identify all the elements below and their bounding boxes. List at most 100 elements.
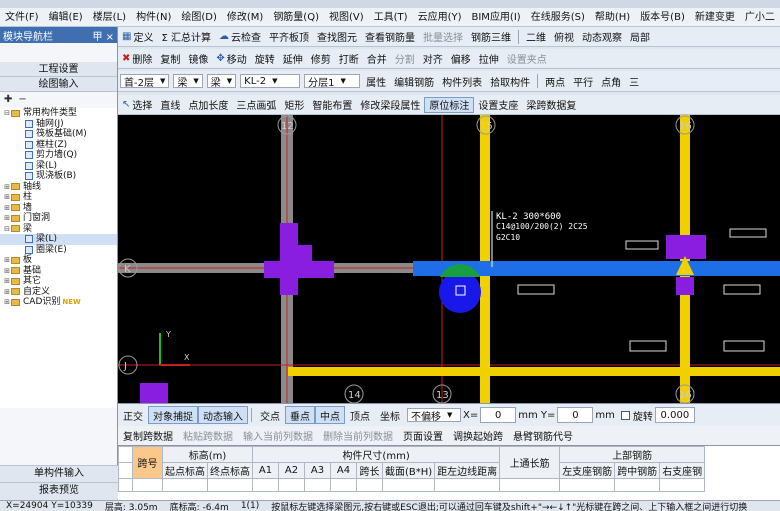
column-12-flange[interactable]: [264, 261, 334, 278]
expand-icon[interactable]: ⊞: [3, 276, 11, 287]
tree-node[interactable]: 轴网(J): [0, 119, 117, 130]
menu-view[interactable]: 视图(V): [324, 8, 369, 26]
column-16[interactable]: [666, 235, 706, 259]
drawing-canvas[interactable]: KL-2 300*600 C14@100/200(2) 2C25 G2C10 1…: [118, 115, 780, 403]
add-icon[interactable]: ✚: [4, 94, 12, 105]
tree-node[interactable]: ⊞ 基础: [0, 266, 117, 277]
pick-member-button[interactable]: 拾取构件: [486, 71, 534, 91]
view-rebar-button[interactable]: 查看钢筋量: [361, 27, 419, 46]
beam-horizontal-j[interactable]: [288, 367, 780, 376]
menu-modify[interactable]: 修改(M): [222, 8, 268, 26]
in-place-annotation-button[interactable]: 原位标注: [424, 96, 475, 113]
input-column-button[interactable]: 输入当前列数据: [238, 428, 318, 443]
intersection-snap[interactable]: 交点: [255, 406, 285, 424]
copy-button[interactable]: 复制: [156, 49, 184, 68]
tree-node[interactable]: ⊞ 墙: [0, 203, 117, 214]
coordinate-snap[interactable]: 坐标: [375, 406, 405, 424]
grid-cell[interactable]: [614, 478, 661, 492]
select-button[interactable]: ↖ 选择: [118, 95, 156, 114]
type-select-2[interactable]: 梁 ▼: [206, 74, 237, 89]
midpoint-snap[interactable]: 中点: [315, 406, 345, 424]
batch-select-button[interactable]: 批量选择: [419, 27, 467, 46]
tree-node[interactable]: ⊞ 自定义: [0, 287, 117, 298]
flush-slab-button[interactable]: 平齐板顶: [265, 27, 313, 46]
delete-column-button[interactable]: 删除当前列数据: [318, 428, 398, 443]
three-button[interactable]: 三: [625, 71, 643, 91]
beam-vertical-15[interactable]: [480, 115, 490, 403]
vertex-snap[interactable]: 顶点: [345, 406, 375, 424]
offset-button[interactable]: 偏移: [447, 49, 475, 68]
drawing-input-button[interactable]: 绘图输入: [0, 77, 117, 92]
plan-drawing[interactable]: KL-2 300*600 C14@100/200(2) 2C25 G2C10 1…: [118, 115, 780, 403]
copy-span-data-button[interactable]: 复制跨数据: [118, 428, 178, 443]
column-bottom-left[interactable]: [140, 383, 168, 403]
single-member-input-button[interactable]: 单构件输入: [0, 465, 118, 481]
tree-node[interactable]: ⊞ 柱: [0, 192, 117, 203]
menu-tools[interactable]: 工具(T): [369, 8, 413, 26]
type-select-1[interactable]: 梁 ▼: [173, 74, 203, 89]
orbit-button[interactable]: 动态观察: [578, 27, 626, 46]
grid-cell[interactable]: [499, 478, 561, 492]
align-button[interactable]: 对齐: [419, 49, 447, 68]
grid-cell[interactable]: [659, 478, 706, 492]
y-input[interactable]: 0: [557, 407, 594, 423]
merge-button[interactable]: 合并: [363, 49, 391, 68]
expand-icon[interactable]: ⊞: [3, 203, 11, 214]
grid-cell[interactable]: [207, 478, 253, 492]
rotate-button[interactable]: 旋转: [251, 49, 279, 68]
x-input[interactable]: 0: [480, 407, 517, 423]
point-length-button[interactable]: 点加长度: [184, 95, 232, 114]
expand-icon[interactable]: ⊞: [3, 297, 11, 308]
menu-help[interactable]: 帮助(H): [590, 8, 635, 26]
line-button[interactable]: 直线: [156, 95, 184, 114]
rectangle-button[interactable]: 矩形: [280, 95, 308, 114]
mirror-button[interactable]: 镜像: [184, 49, 212, 68]
tree-node[interactable]: ⊞ 其它: [0, 276, 117, 287]
grid-cell[interactable]: [559, 478, 616, 492]
split-button[interactable]: 分割: [391, 49, 419, 68]
dynamic-input-toggle[interactable]: 动态输入: [198, 406, 248, 424]
span-data-copy-button[interactable]: 梁跨数据复: [522, 95, 580, 114]
grid-cell[interactable]: [304, 478, 331, 492]
menu-online[interactable]: 在线服务(S): [526, 8, 590, 26]
three-point-arc-button[interactable]: 三点画弧: [232, 95, 280, 114]
grid-cell[interactable]: [330, 478, 357, 492]
top-view-button[interactable]: 俯视: [550, 27, 578, 46]
cloud-check-button[interactable]: ☁ 云检查: [215, 27, 265, 46]
tree-node[interactable]: 梁(L): [0, 234, 117, 245]
expand-icon[interactable]: ⊞: [3, 213, 11, 224]
floor-select[interactable]: 首-2层 ▼: [120, 74, 170, 89]
column-16-lower[interactable]: [676, 277, 694, 295]
minus-icon[interactable]: −: [18, 94, 26, 105]
delete-button[interactable]: ✖ 删除: [118, 49, 156, 68]
page-setup-button[interactable]: 页面设置: [398, 428, 448, 443]
tree-node[interactable]: 现浇板(B): [0, 171, 117, 182]
tree-node[interactable]: ⊟ 常用构件类型: [0, 108, 117, 119]
rebar-3d-button[interactable]: 钢筋三维: [467, 27, 515, 46]
tree-node[interactable]: ⊞ 板: [0, 255, 117, 266]
find-element-button[interactable]: 查找图元: [313, 27, 361, 46]
menu-version[interactable]: 版本号(B): [635, 8, 690, 26]
grid-cell[interactable]: [132, 478, 163, 492]
object-snap-toggle[interactable]: 对象捕捉: [148, 406, 198, 424]
menu-rebar[interactable]: 钢筋量(Q): [268, 8, 324, 26]
menu-new-change[interactable]: 新建变更: [690, 8, 740, 26]
smart-layout-button[interactable]: 智能布置: [308, 95, 356, 114]
menu-assistant[interactable]: 广小二: [740, 8, 780, 26]
tree-node[interactable]: 框柱(Z): [0, 140, 117, 151]
set-support-button[interactable]: 设置支座: [474, 95, 522, 114]
rotate-checkbox[interactable]: [620, 410, 630, 420]
collapse-icon[interactable]: ⊟: [3, 224, 11, 235]
grid-cell[interactable]: [278, 478, 305, 492]
report-preview-button[interactable]: 报表预览: [0, 482, 118, 497]
expand-icon[interactable]: ⊞: [3, 287, 11, 298]
move-button[interactable]: ✥ 移动: [212, 49, 250, 68]
menu-cloud[interactable]: 云应用(Y): [413, 8, 467, 26]
two-point-button[interactable]: 两点: [541, 71, 569, 91]
extend-button[interactable]: 延伸: [279, 49, 307, 68]
modify-beam-props-button[interactable]: 修改梁段属性: [356, 95, 424, 114]
2d-view-button[interactable]: 二维: [522, 27, 550, 46]
rotate-input[interactable]: 0.000: [654, 407, 695, 423]
member-list-button[interactable]: 构件列表: [438, 71, 486, 91]
menu-bim[interactable]: BIM应用(I): [467, 8, 526, 26]
